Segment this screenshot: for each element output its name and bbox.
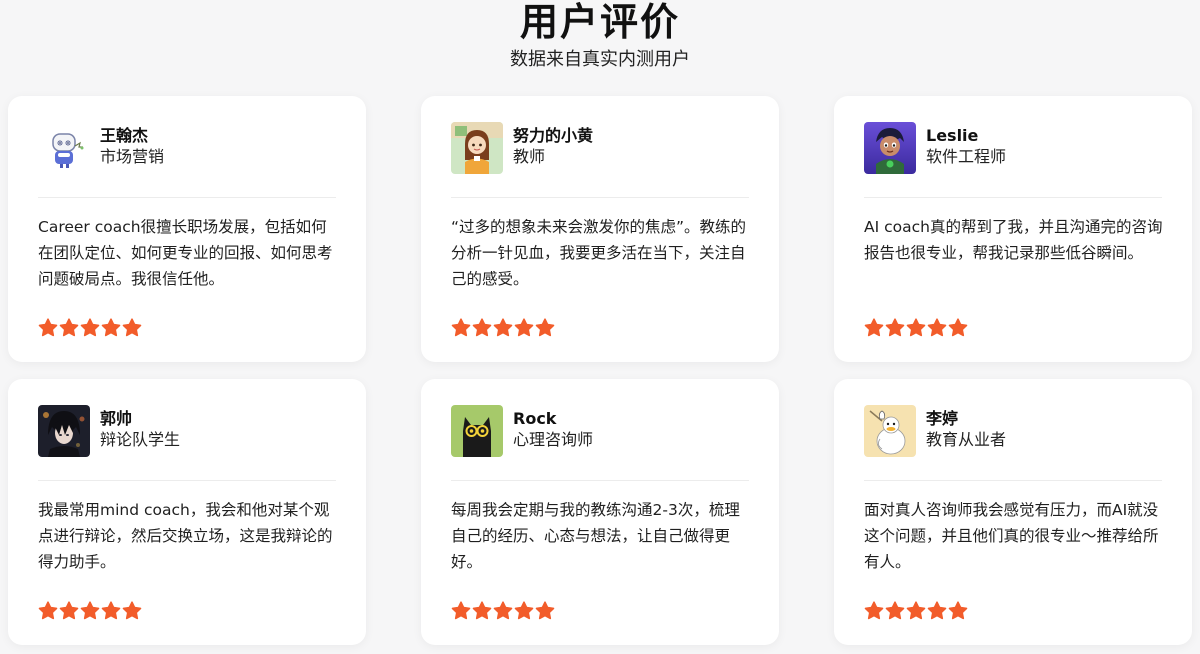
user-info: 王翰杰 市场营销 (100, 122, 164, 168)
card-header: Leslie 软件工程师 (864, 122, 1162, 198)
star-icon (514, 318, 534, 338)
review-card: 郭帅 辩论队学生 我最常用mind coach，我会和他对某个观点进行辩论，然后… (8, 379, 366, 645)
black-cat-avatar-icon (451, 405, 503, 457)
user-role: 辩论队学生 (100, 430, 181, 449)
star-icon (948, 601, 968, 621)
star-icon (906, 601, 926, 621)
cartoon-girl-avatar-icon (451, 122, 503, 174)
section-header: 用户评价 数据来自真实内测用户 (0, 0, 1200, 72)
star-icon (59, 601, 79, 621)
star-icon (864, 601, 884, 621)
testimonials-section: 用户评价 数据来自真实内测用户 王翰杰 市场营销 Career coach很擅长… (0, 0, 1200, 654)
star-icon (122, 318, 142, 338)
star-icon (38, 318, 58, 338)
card-header: 王翰杰 市场营销 (38, 122, 336, 198)
star-rating (38, 601, 142, 621)
star-icon (864, 318, 884, 338)
star-icon (948, 318, 968, 338)
star-icon (122, 601, 142, 621)
star-rating (451, 318, 555, 338)
user-name: 王翰杰 (100, 126, 149, 145)
star-icon (493, 318, 513, 338)
review-card: 李婷 教育从业者 面对真人咨询师我会感觉有压力，而AI就没这个问题，并且他们真的… (834, 379, 1192, 645)
star-icon (451, 318, 471, 338)
anime-boy-avatar-icon (38, 405, 90, 457)
review-text: AI coach真的帮到了我，并且沟通完的咨询报告也很专业，帮我记录那些低谷瞬间… (864, 218, 1163, 262)
star-rating (38, 318, 142, 338)
star-icon (472, 318, 492, 338)
star-icon (451, 601, 471, 621)
robot-avatar-icon (38, 122, 90, 174)
user-name: Rock (513, 409, 557, 428)
star-icon (472, 601, 492, 621)
star-icon (101, 601, 121, 621)
star-rating (451, 601, 555, 621)
user-role: 软件工程师 (926, 147, 1007, 166)
star-icon (927, 601, 947, 621)
user-role: 教育从业者 (926, 430, 1007, 449)
3d-character-avatar-icon (864, 122, 916, 174)
user-info: 李婷 教育从业者 (926, 405, 1006, 451)
star-icon (80, 601, 100, 621)
user-name: Leslie (926, 126, 979, 145)
user-info: 努力的小黄 教师 (513, 122, 593, 168)
star-icon (493, 601, 513, 621)
user-info: Leslie 软件工程师 (926, 122, 1006, 168)
review-text: “过多的想象未来会激发你的焦虑”。教练的分析一针见血，我要更多活在当下，关注自己… (451, 218, 747, 288)
star-rating (864, 318, 968, 338)
star-icon (885, 318, 905, 338)
review-text: 面对真人咨询师我会感觉有压力，而AI就没这个问题，并且他们真的很专业～推荐给所有… (864, 501, 1159, 571)
review-text: Career coach很擅长职场发展，包括如何在团队定位、如何更专业的回报、如… (38, 218, 333, 288)
card-header: Rock 心理咨询师 (451, 405, 749, 481)
review-card: 王翰杰 市场营销 Career coach很擅长职场发展，包括如何在团队定位、如… (8, 96, 366, 362)
user-name: 郭帅 (100, 409, 133, 428)
star-icon (535, 601, 555, 621)
star-icon (514, 601, 534, 621)
user-role: 市场营销 (100, 147, 165, 166)
user-role: 心理咨询师 (513, 430, 594, 449)
page-subtitle: 数据来自真实内测用户 (510, 49, 690, 70)
card-header: 李婷 教育从业者 (864, 405, 1162, 481)
duck-avatar-icon (864, 405, 916, 457)
card-header: 努力的小黄 教师 (451, 122, 749, 198)
star-icon (80, 318, 100, 338)
user-info: 郭帅 辩论队学生 (100, 405, 180, 451)
card-header: 郭帅 辩论队学生 (38, 405, 336, 481)
user-info: Rock 心理咨询师 (513, 405, 593, 451)
review-grid: 王翰杰 市场营销 Career coach很擅长职场发展，包括如何在团队定位、如… (8, 96, 1194, 645)
star-rating (864, 601, 968, 621)
star-icon (38, 601, 58, 621)
user-name: 努力的小黄 (513, 126, 594, 145)
review-card: 努力的小黄 教师 “过多的想象未来会激发你的焦虑”。教练的分析一针见血，我要更多… (421, 96, 779, 362)
page-title: 用户评价 (519, 0, 680, 44)
star-icon (59, 318, 79, 338)
review-card: Leslie 软件工程师 AI coach真的帮到了我，并且沟通完的咨询报告也很… (834, 96, 1192, 362)
review-card: Rock 心理咨询师 每周我会定期与我的教练沟通2-3次，梳理自己的经历、心态与… (421, 379, 779, 645)
review-text: 每周我会定期与我的教练沟通2-3次，梳理自己的经历、心态与想法，让自己做得更好。 (451, 501, 740, 571)
star-icon (927, 318, 947, 338)
user-name: 李婷 (926, 409, 959, 428)
star-icon (535, 318, 555, 338)
star-icon (885, 601, 905, 621)
star-icon (101, 318, 121, 338)
user-role: 教师 (513, 147, 546, 166)
review-text: 我最常用mind coach，我会和他对某个观点进行辩论，然后交换立场，这是我辩… (38, 501, 333, 571)
star-icon (906, 318, 926, 338)
